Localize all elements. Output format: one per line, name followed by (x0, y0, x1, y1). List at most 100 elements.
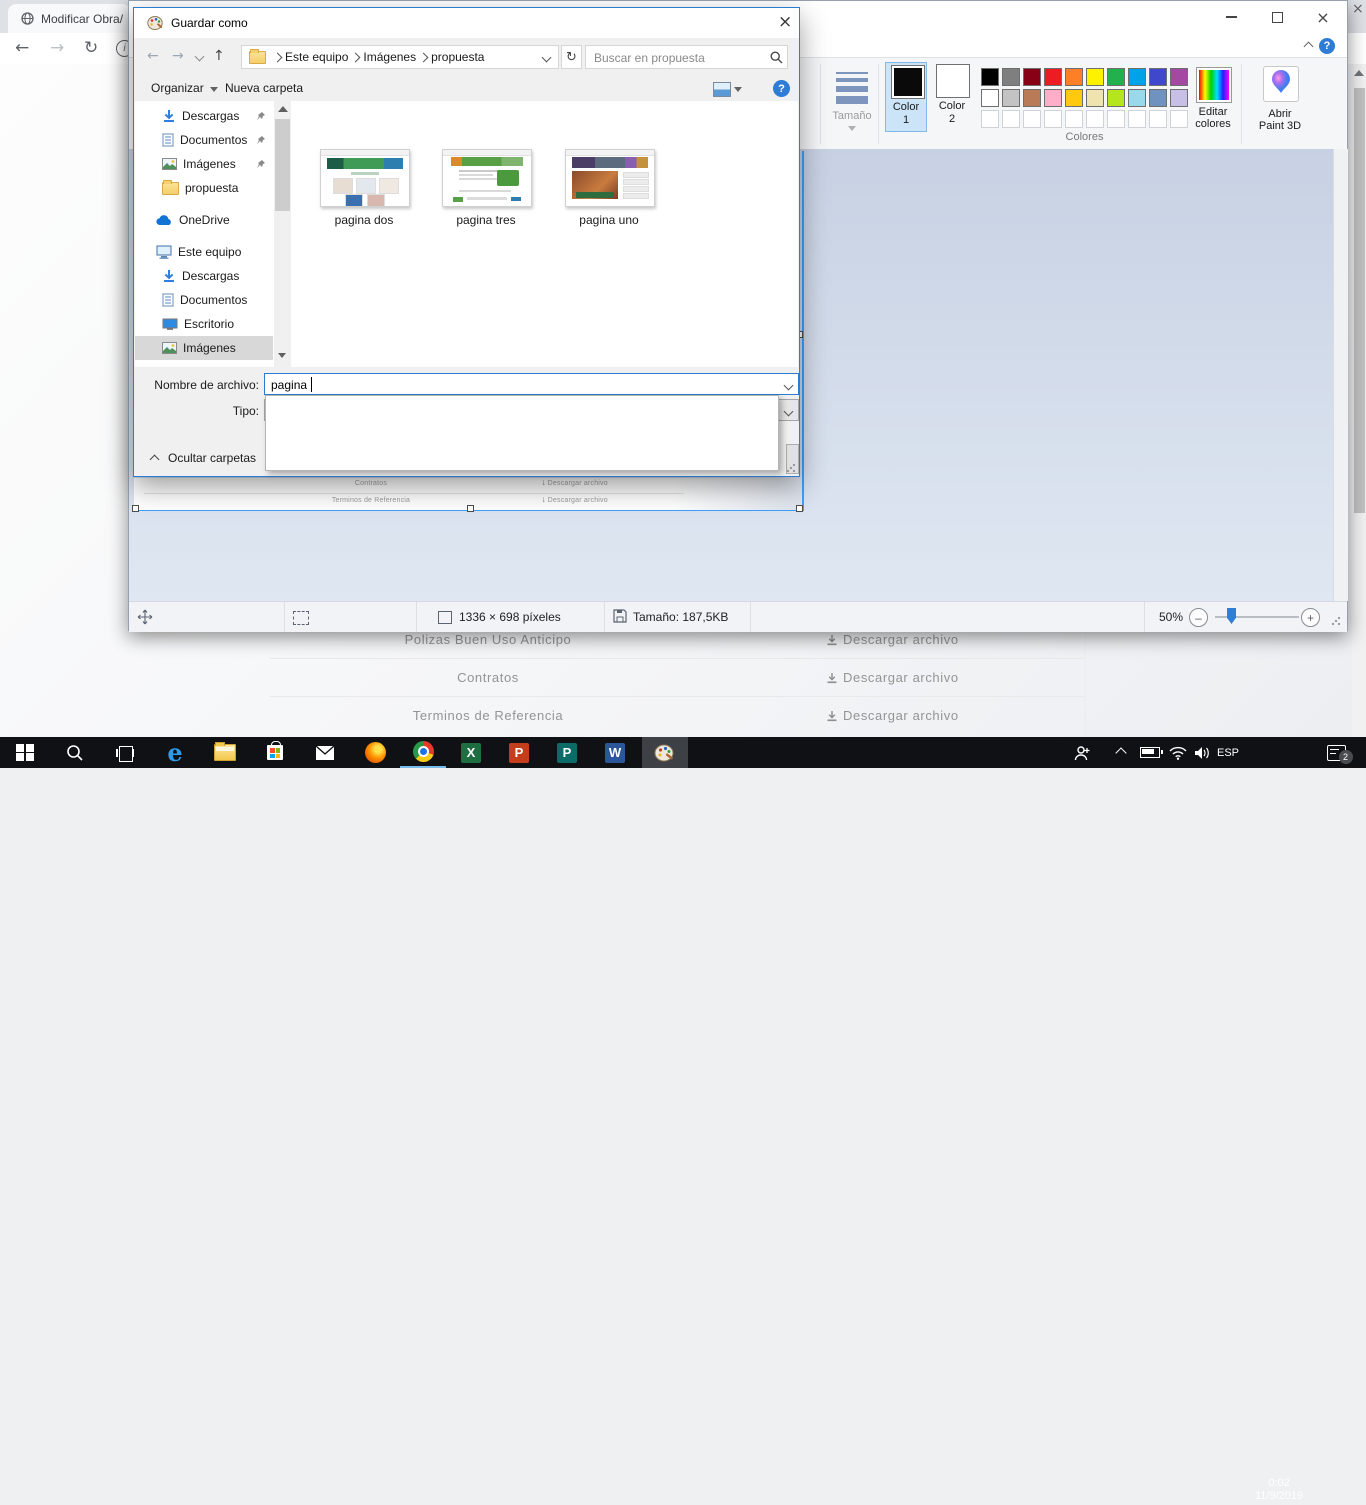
zoom-out-button[interactable]: – (1189, 608, 1208, 627)
mail-button[interactable] (302, 737, 348, 768)
battery-button[interactable] (1136, 737, 1164, 768)
file-item-pagina-tres[interactable]: pagina tres (442, 149, 530, 239)
edit-colors-button[interactable]: Editar colores (1191, 66, 1235, 142)
notification-button[interactable]: 2 (1316, 737, 1356, 768)
palette-color[interactable] (1170, 68, 1188, 86)
view-mode-icon[interactable] (713, 82, 731, 97)
firefox-button[interactable] (352, 737, 398, 768)
zoom-in-button[interactable]: + (1301, 608, 1320, 627)
paint-scrollbar[interactable] (1333, 149, 1348, 601)
powerpoint-button[interactable]: P (496, 737, 542, 768)
word-button[interactable]: W (592, 737, 638, 768)
open-paint3d-button[interactable]: Abrir Paint 3D (1249, 64, 1311, 144)
palette-color[interactable] (1002, 89, 1020, 107)
maximize-button[interactable] (1254, 2, 1300, 32)
sidebar-item-descargas-2[interactable]: Descargas (135, 264, 273, 288)
download-link[interactable]: Descargar archivo (826, 707, 959, 725)
sidebar-scrollbar-thumb[interactable] (275, 119, 290, 211)
file-explorer-button[interactable] (202, 737, 248, 768)
palette-empty-slot[interactable] (1149, 110, 1167, 128)
palette-color[interactable] (1170, 89, 1188, 107)
organize-button[interactable]: Organizar (151, 81, 204, 95)
taskbar-search-button[interactable] (52, 737, 98, 768)
palette-color[interactable] (1086, 89, 1104, 107)
paint-help-icon[interactable]: ? (1319, 38, 1335, 54)
palette-color[interactable] (1107, 89, 1125, 107)
close-button[interactable]: × (1300, 2, 1346, 32)
palette-empty-slot[interactable] (1044, 110, 1062, 128)
chrome-scrollbar-thumb[interactable] (1354, 88, 1365, 513)
breadcrumb-item[interactable]: propuesta (427, 50, 488, 64)
refresh-button[interactable]: ↻ (561, 45, 582, 69)
address-bar[interactable]: Este equipo Imágenes propuesta (241, 45, 559, 69)
chrome-close-icon[interactable]: × (1352, 1, 1364, 17)
color1-button[interactable]: Color 1 (885, 62, 927, 132)
start-button[interactable] (2, 737, 48, 768)
sidebar-item-escritorio[interactable]: Escritorio (135, 312, 273, 336)
size-button[interactable]: Tamaño (826, 64, 878, 144)
sidebar-item-descargas[interactable]: Descargas (135, 104, 273, 128)
dialog-close-icon[interactable]: × (778, 12, 792, 32)
nav-back-icon[interactable]: ← (147, 48, 159, 64)
filename-combobox[interactable]: pagina (264, 373, 799, 395)
download-link[interactable]: Descargar archivo (826, 631, 959, 649)
palette-empty-slot[interactable] (981, 110, 999, 128)
breadcrumb-item[interactable]: Este equipo (281, 50, 352, 64)
palette-empty-slot[interactable] (1023, 110, 1041, 128)
task-view-button[interactable] (102, 737, 148, 768)
palette-color[interactable] (1128, 89, 1146, 107)
scroll-up-icon[interactable] (1354, 70, 1364, 76)
selection-handle[interactable] (132, 505, 139, 512)
minimize-button[interactable] (1208, 2, 1254, 32)
palette-empty-slot[interactable] (1107, 110, 1125, 128)
filetype-dropdown-icon[interactable] (784, 407, 794, 417)
palette-empty-slot[interactable] (1086, 110, 1104, 128)
palette-color[interactable] (1086, 68, 1104, 86)
palette-empty-slot[interactable] (1065, 110, 1083, 128)
zoom-slider-thumb[interactable] (1227, 608, 1236, 624)
clock[interactable]: 0:02 11/9/2019 (1246, 1474, 1312, 1505)
palette-color[interactable] (1107, 68, 1125, 86)
nav-up-icon[interactable]: ↑ (213, 48, 225, 64)
palette-color[interactable] (981, 89, 999, 107)
language-indicator[interactable]: ESP (1212, 737, 1244, 768)
scroll-down-icon[interactable] (278, 353, 286, 358)
filename-dropdown-icon[interactable] (784, 381, 794, 391)
people-button[interactable] (1068, 737, 1098, 768)
nav-forward-icon[interactable]: → (172, 48, 184, 64)
breadcrumb-item[interactable]: Imágenes (359, 50, 420, 64)
palette-empty-slot[interactable] (1128, 110, 1146, 128)
selection-handle[interactable] (796, 505, 803, 512)
palette-color[interactable] (1002, 68, 1020, 86)
color2-button[interactable]: Color 2 (931, 62, 973, 132)
autocomplete-dropdown[interactable] (265, 395, 779, 471)
collapse-ribbon-icon[interactable] (1304, 42, 1314, 52)
palette-color[interactable] (1065, 68, 1083, 86)
palette-color[interactable] (1044, 89, 1062, 107)
paint-button[interactable] (642, 737, 688, 768)
sidebar-item-este-equipo[interactable]: Este equipo (135, 240, 273, 264)
palette-color[interactable] (981, 68, 999, 86)
forward-icon[interactable]: → (50, 38, 64, 58)
palette-color[interactable] (1023, 68, 1041, 86)
publisher-button[interactable]: P (544, 737, 590, 768)
dialog-titlebar[interactable]: Guardar como × (134, 8, 799, 38)
back-icon[interactable]: ← (15, 38, 29, 58)
sidebar-item-documentos-2[interactable]: Documentos (135, 288, 273, 312)
tray-expand-button[interactable] (1108, 737, 1134, 768)
resize-grip[interactable] (1331, 616, 1341, 626)
palette-color[interactable] (1044, 68, 1062, 86)
view-dropdown-icon[interactable] (734, 87, 742, 92)
palette-color[interactable] (1149, 89, 1167, 107)
sidebar-item-documentos[interactable]: Documentos (135, 128, 273, 152)
sidebar-scrollbar[interactable] (274, 101, 291, 367)
edge-button[interactable]: e (152, 737, 198, 768)
file-item-pagina-dos[interactable]: pagina dos (320, 149, 408, 239)
palette-color[interactable] (1023, 89, 1041, 107)
chrome-tab[interactable]: Modificar Obra/ (8, 4, 130, 33)
dialog-help-icon[interactable]: ? (773, 80, 790, 97)
file-item-pagina-uno[interactable]: pagina uno (565, 149, 653, 239)
chrome-button[interactable] (400, 737, 446, 768)
sidebar-item-onedrive[interactable]: OneDrive (135, 208, 273, 232)
new-folder-button[interactable]: Nueva carpeta (225, 81, 303, 95)
